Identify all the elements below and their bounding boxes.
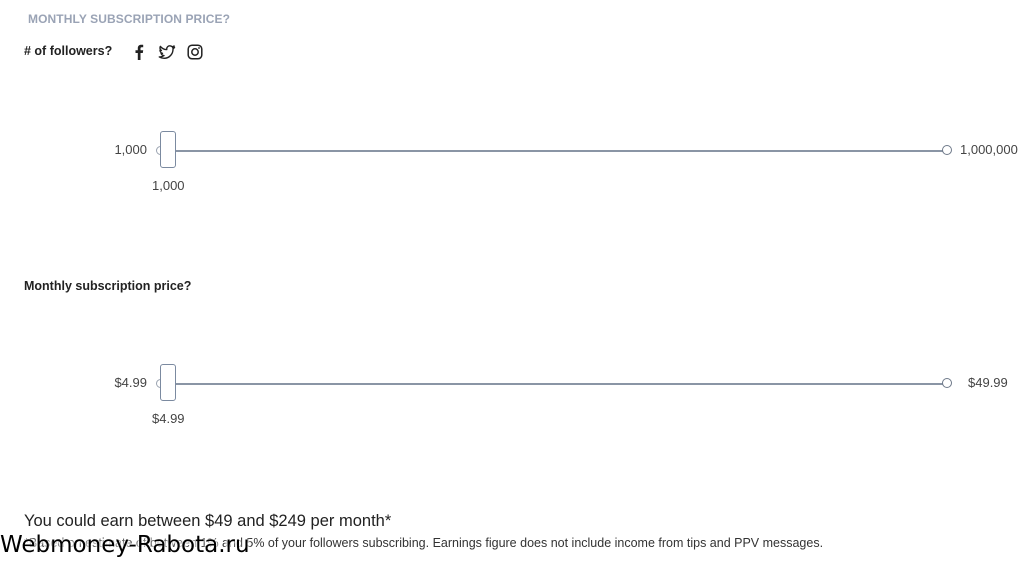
price-slider-thumb[interactable]: [160, 364, 176, 401]
price-value-label: $4.99: [152, 411, 185, 426]
price-min-label: $4.99: [114, 375, 147, 390]
followers-slider-end-dot[interactable]: [942, 145, 952, 155]
social-icons: [130, 43, 204, 61]
followers-min-label: 1,000: [114, 142, 147, 157]
section-title: MONTHLY SUBSCRIPTION PRICE?: [28, 12, 231, 26]
facebook-icon[interactable]: [130, 43, 148, 61]
price-label: Monthly subscription price?: [24, 279, 192, 293]
instagram-icon[interactable]: [186, 43, 204, 61]
followers-slider-thumb[interactable]: [160, 131, 176, 168]
followers-max-label: 1,000,000: [960, 142, 1018, 157]
watermark: Webmoney-Rabota.ru: [0, 532, 250, 558]
price-slider-track[interactable]: [160, 383, 947, 385]
price-slider-end-dot[interactable]: [942, 378, 952, 388]
price-slider[interactable]: $4.99 $49.99 $4.99: [0, 364, 1024, 443]
earnings-headline: You could earn between $49 and $249 per …: [24, 512, 392, 530]
followers-slider-track[interactable]: [160, 150, 947, 152]
twitter-icon[interactable]: [158, 43, 176, 61]
followers-label: # of followers?: [24, 44, 113, 58]
followers-value-label: 1,000: [152, 178, 185, 193]
followers-slider[interactable]: 1,000 1,000,000 1,000: [0, 131, 1024, 210]
price-max-label: $49.99: [968, 375, 1008, 390]
